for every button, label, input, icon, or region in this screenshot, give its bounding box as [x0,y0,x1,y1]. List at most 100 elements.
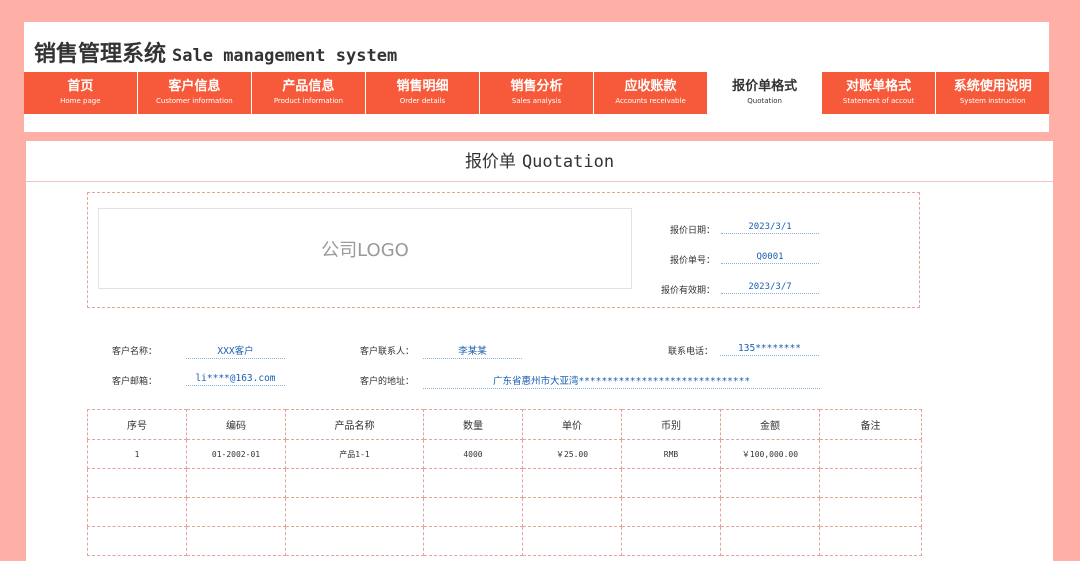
document-title: 报价单 Quotation [26,141,1053,182]
app-title-zh: 销售管理系统 [34,42,167,67]
column-header-index: 序号 [87,409,187,440]
column-header-currency: 币别 [621,409,721,440]
tab-sublabel: Accounts receivable [615,97,686,105]
table-row [87,497,922,527]
quote-number-label: 报价单号： [669,256,715,266]
tab-order-details[interactable]: 销售明细 Order details [366,72,479,114]
table-row: 1 01-2002-01 产品1-1 4000 ￥25.00 RMB ￥100,… [87,439,922,469]
table-cell[interactable] [423,468,523,498]
customer-contact-label: 客户联系人： [360,347,415,357]
table-cell[interactable]: 4000 [423,439,523,469]
table-cell[interactable]: RMB [621,439,721,469]
table-cell[interactable] [621,497,721,527]
app-title-en: Sale management system [172,46,398,66]
tab-sublabel: Statement of accout [842,97,915,105]
document-title-en: Quotation [521,152,615,172]
quote-valid-label: 报价有效期： [660,286,715,296]
tab-label: 首页 [67,79,94,94]
tab-sublabel: System instruction [959,97,1026,105]
column-header-quantity: 数量 [423,409,523,440]
tab-sublabel: Customer information [156,97,233,105]
table-cell[interactable]: ￥25.00 [522,439,622,469]
quote-date-label: 报价日期： [669,226,715,236]
tab-sublabel: Home page [60,97,101,105]
column-header-unit-price: 单价 [522,409,622,440]
table-cell[interactable] [87,497,187,527]
tab-sublabel: Sales analysis [511,97,562,105]
tab-sublabel: Quotation [747,97,782,105]
tab-label: 报价单格式 [732,79,798,94]
tab-sales-analysis[interactable]: 销售分析 Sales analysis [480,72,593,114]
table-cell[interactable] [819,526,922,556]
quote-date-field[interactable]: 2023/3/1 [721,222,819,234]
table-cell[interactable] [720,497,820,527]
table-cell[interactable]: 01-2002-01 [186,439,286,469]
tab-label: 系统使用说明 [953,79,1032,94]
tab-sublabel: Product information [273,97,344,105]
table-cell[interactable]: 产品1-1 [285,439,424,469]
table-cell[interactable] [87,526,187,556]
table-cell[interactable] [285,497,424,527]
logo-text: 公司LOGO [321,239,409,261]
table-cell[interactable] [285,468,424,498]
table-cell[interactable] [186,526,286,556]
table-cell[interactable] [423,497,523,527]
quote-header-box: 公司LOGO 报价日期： 2023/3/1 报价单号： Q0001 报价有效期：… [87,192,920,308]
table-cell[interactable] [720,526,820,556]
table-cell[interactable] [186,497,286,527]
company-logo-placeholder: 公司LOGO [98,208,632,289]
customer-address-label: 客户的地址： [360,377,415,387]
column-header-amount: 金额 [720,409,820,440]
quote-number-field[interactable]: Q0001 [721,252,819,264]
customer-email-field[interactable]: li****@163.com [186,373,285,386]
tab-label: 产品信息 [282,79,335,94]
customer-phone-field[interactable]: 135******** [720,343,819,356]
column-header-code: 编码 [186,409,286,440]
customer-address-field[interactable]: 广东省惠州市大亚湾****************************** [423,373,820,389]
tab-label: 销售分析 [510,79,563,94]
table-cell[interactable] [621,468,721,498]
column-header-remarks: 备注 [819,409,922,440]
document-title-zh: 报价单 [464,152,516,172]
header-panel: 销售管理系统 Sale management system 首页 Home pag… [24,22,1050,132]
table-cell[interactable]: 1 [87,439,187,469]
tab-sublabel: Order details [399,97,446,105]
tab-quotation[interactable]: 报价单格式 Quotation [708,72,821,114]
table-cell[interactable] [423,526,523,556]
quotation-items-table: 序号 编码 产品名称 数量 单价 币别 金额 备注 1 01-2002-01 产… [87,409,922,556]
tab-product-info[interactable]: 产品信息 Product information [252,72,365,114]
tab-home[interactable]: 首页 Home page [24,72,137,114]
tab-accounts-receivable[interactable]: 应收账款 Accounts receivable [594,72,707,114]
table-cell[interactable] [522,526,622,556]
tab-statement[interactable]: 对账单格式 Statement of accout [822,72,935,114]
column-header-product-name: 产品名称 [285,409,424,440]
nav-bar: 首页 Home page 客户信息 Customer information 产… [24,72,1050,114]
table-row [87,526,922,556]
tab-label: 应收账款 [624,79,677,94]
tab-label: 客户信息 [168,79,221,94]
quotation-sheet: 报价单 Quotation 公司LOGO 报价日期： 2023/3/1 报价单号：… [26,141,1053,561]
table-cell[interactable] [87,468,187,498]
tab-label: 销售明细 [396,79,449,94]
customer-name-field[interactable]: XXX客户 [186,343,285,359]
table-cell[interactable] [621,526,721,556]
table-row [87,468,922,498]
table-cell[interactable] [285,526,424,556]
tab-customer-info[interactable]: 客户信息 Customer information [138,72,251,114]
quote-valid-field[interactable]: 2023/3/7 [721,282,819,294]
table-header-row: 序号 编码 产品名称 数量 单价 币别 金额 备注 [87,409,922,440]
table-cell[interactable]: ￥100,000.00 [720,439,820,469]
tab-label: 对账单格式 [846,79,912,94]
table-cell[interactable] [522,497,622,527]
table-cell[interactable] [819,439,922,469]
customer-phone-label: 联系电话： [668,347,714,357]
table-cell[interactable] [819,468,922,498]
table-cell[interactable] [522,468,622,498]
table-cell[interactable] [819,497,922,527]
customer-email-label: 客户邮箱： [112,377,158,387]
table-cell[interactable] [186,468,286,498]
table-cell[interactable] [720,468,820,498]
customer-contact-field[interactable]: 李某某 [423,343,522,359]
tab-system-instruction[interactable]: 系统使用说明 System instruction [936,72,1050,114]
customer-name-label: 客户名称： [112,347,158,357]
